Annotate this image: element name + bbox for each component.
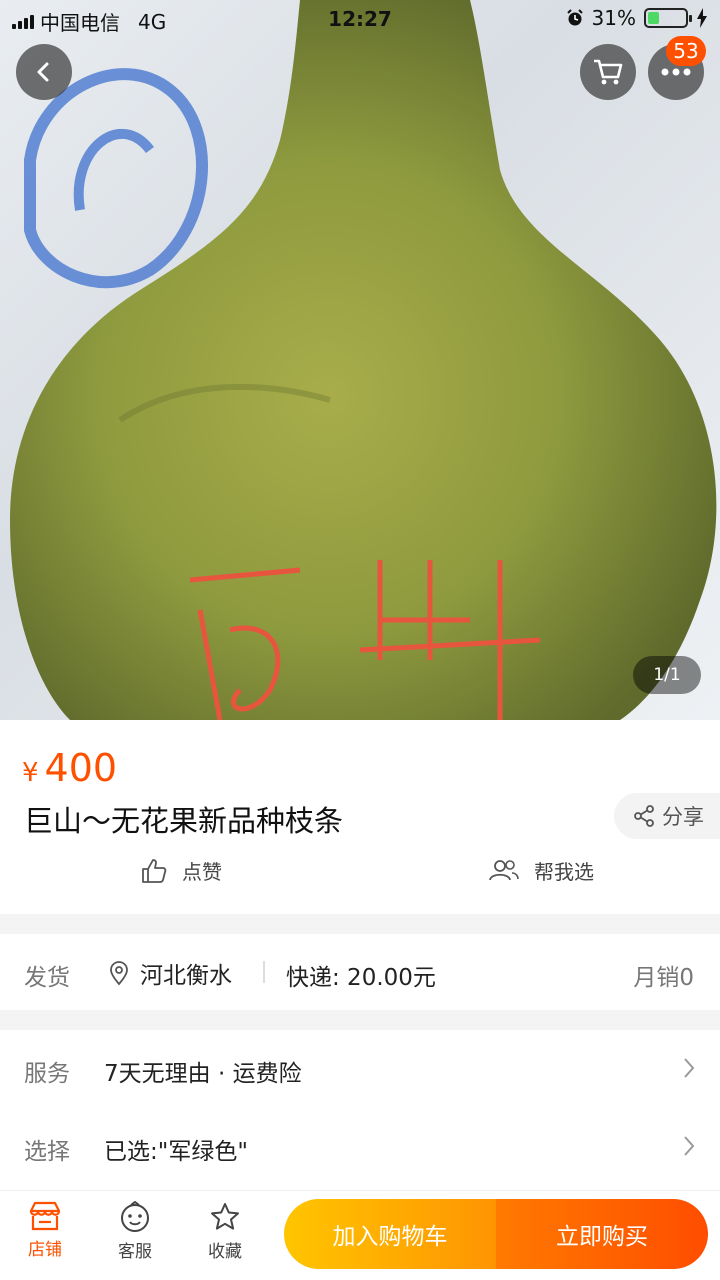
option-label: 选择 [24,1139,70,1165]
share-label: 分享 [662,805,704,829]
alarm-icon [566,9,583,26]
shipping-row: 发货 河北衡水 快递: 20.00元 月销0 [0,934,720,1010]
back-button[interactable] [16,44,72,100]
help-choose-button[interactable]: 帮我选 [488,856,594,885]
currency-symbol: ¥ [22,758,39,788]
product-info: ¥ 400 巨山～无花果新品种枝条 分享 点赞 帮我选 [0,720,720,914]
chevron-left-icon [37,62,49,82]
divider [263,961,265,983]
status-bar: 中国电信 4G 12:27 31% [0,0,720,38]
like-label: 点赞 [182,860,222,884]
chevron-right-icon [684,1058,695,1078]
share-icon [634,805,654,827]
battery-icon [644,8,692,28]
chevron-right-icon [684,1136,695,1156]
option-select-row[interactable]: 选择 已选:"军绿色" [0,1108,720,1188]
customer-service-label: 客服 [118,1242,152,1262]
star-icon [211,1203,239,1230]
service-label: 服务 [24,1061,70,1087]
like-button[interactable]: 点赞 [140,856,222,885]
service-value: 7天无理由 · 运费险 [104,1061,302,1087]
thumbs-up-icon [142,858,167,883]
product-image-carousel[interactable]: 中国电信 4G 12:27 31% 53 1/1 [0,0,720,720]
monthly-sales: 月销0 [633,965,694,991]
product-detail-page: 中国电信 4G 12:27 31% 53 1/1 ¥ 400 巨山～无花果新品种… [0,0,720,1280]
shipping-label: 发货 [24,965,70,991]
shop-tab[interactable]: 店铺 [10,1201,80,1260]
favorite-label: 收藏 [208,1242,242,1262]
social-actions: 点赞 帮我选 [0,856,720,896]
customer-service-icon [121,1201,149,1232]
charging-icon [697,8,707,28]
add-to-cart-button[interactable]: 加入购物车 [284,1199,496,1269]
shop-label: 店铺 [28,1240,62,1260]
favorite-tab[interactable]: 收藏 [190,1201,260,1262]
customer-service-tab[interactable]: 客服 [100,1201,170,1262]
bottom-action-bar: 店铺 客服 收藏 加入购物车 立即购买 [0,1190,720,1280]
selected-option: 已选:"军绿色" [104,1139,248,1165]
cart-button[interactable] [580,44,636,100]
product-photo [10,0,717,720]
image-counter: 1/1 [633,656,701,694]
price: ¥ 400 [22,746,117,790]
price-amount: 400 [44,746,118,790]
shipping-location: 河北衡水 [108,956,232,990]
share-button[interactable]: 分享 [614,793,720,839]
cart-count-badge: 53 [666,36,706,66]
more-dots-icon [661,68,691,76]
product-title: 巨山～无花果新品种枝条 [24,804,344,838]
location-pin-icon [110,961,128,986]
buy-now-button[interactable]: 立即购买 [496,1199,708,1269]
shipping-location-text: 河北衡水 [140,963,232,989]
service-section: 服务 7天无理由 · 运费险 选择 已选:"军绿色" [0,1030,720,1190]
cart-icon [594,59,623,85]
help-choose-label: 帮我选 [534,860,594,884]
people-icon [489,859,519,880]
shipping-fee: 快递: 20.00元 [286,965,436,991]
service-row[interactable]: 服务 7天无理由 · 运费险 [0,1030,720,1110]
shop-icon [29,1201,61,1231]
battery-percent: 31% [591,6,636,30]
